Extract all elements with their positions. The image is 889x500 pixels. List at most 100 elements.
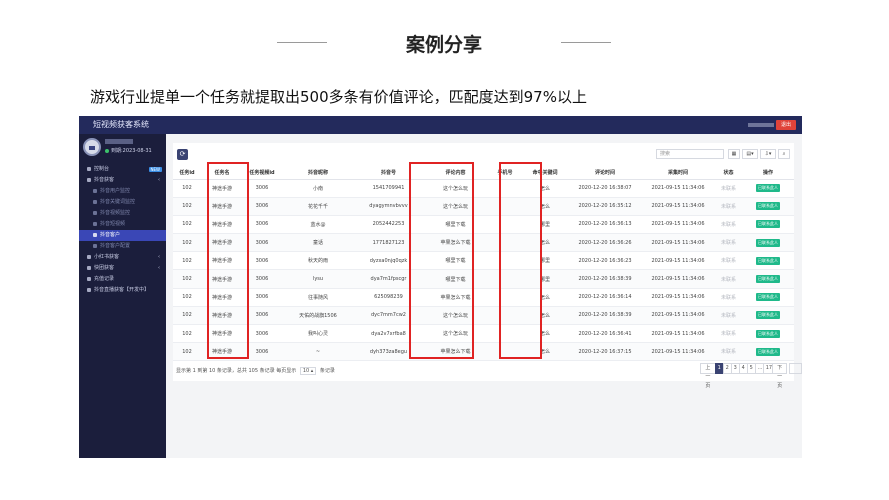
sidebar-item-11[interactable]: 抖音直播获客【开发中】 <box>79 285 166 296</box>
table-cell: 2021-09-15 11:34:06 <box>641 251 715 271</box>
table-cell <box>489 179 521 198</box>
sidebar-item-1[interactable]: 抖音获客 ‹ <box>79 175 166 186</box>
table-row: 102 神途手游 3006 往事随风 625098239 苹果怎么下载 怎么 2020-12-… <box>173 288 794 307</box>
export-icon[interactable]: ⇩▾ <box>760 149 776 159</box>
table-cell: 2021-09-15 11:34:06 <box>641 342 715 362</box>
topbar: 退出 <box>166 116 802 134</box>
nav-item-icon <box>87 265 91 270</box>
table-cell: 苹果怎么下载 <box>422 288 489 307</box>
sidebar-item-5[interactable]: 抖音短视频 <box>79 219 166 230</box>
pagination: 上一页12345...17下一页跳转 <box>700 363 802 389</box>
page-jump-input[interactable] <box>789 363 802 374</box>
mark-contacted-button[interactable]: 已联系此人 <box>756 293 780 302</box>
slide: 案例分享 游戏行业提单一个任务就提取出500多条有价值评论，匹配度达到97%以上… <box>0 0 889 500</box>
page-size-select[interactable]: 10 ▴ <box>299 367 317 375</box>
nav-item-icon <box>93 188 97 193</box>
table-cell: 这个怎么玩 <box>422 197 489 216</box>
mark-contacted-button[interactable]: 已联系此人 <box>756 220 780 229</box>
table-cell: 已联系此人 <box>742 179 794 198</box>
prev-page-button[interactable]: 上一页 <box>700 363 716 389</box>
column-header[interactable]: 操作 <box>742 166 794 180</box>
table-cell: 2020-12-20 16:36:13 <box>569 215 641 235</box>
refresh-icon[interactable]: ⟳ <box>177 149 188 160</box>
column-header[interactable]: 手机号 <box>489 166 521 180</box>
mark-contacted-button[interactable]: 已联系此人 <box>756 202 780 211</box>
column-header[interactable]: 评论时间 <box>569 166 641 180</box>
table-cell: 2021-09-15 11:34:06 <box>641 306 715 326</box>
mark-contacted-button[interactable]: 已联系此人 <box>756 311 780 320</box>
nav-item-icon <box>93 221 97 226</box>
table-cell: 3006 <box>243 288 281 307</box>
mark-contacted-button[interactable]: 已联系此人 <box>756 256 780 265</box>
table-cell: 天佑的战旗1506 <box>281 306 355 326</box>
table-cell: dyc7mm7cw2 <box>355 306 422 326</box>
sidebar-item-10[interactable]: 充值记录 <box>79 274 166 285</box>
user-panel: 到期:2023-08-31 <box>79 134 166 164</box>
table-cell: 这个怎么玩 <box>422 324 489 344</box>
next-page-button[interactable]: 下一页 <box>771 363 788 389</box>
sidebar-item-4[interactable]: 抖音视频监控 <box>79 208 166 219</box>
table-cell: 未联系 <box>715 179 742 198</box>
table-cell: 苹果怎么下载 <box>422 233 489 253</box>
table-cell: 怎么 <box>521 324 569 344</box>
mark-contacted-button[interactable]: 已联系此人 <box>756 275 780 284</box>
table-cell <box>489 324 521 344</box>
table-cell: 2021-09-15 11:34:06 <box>641 197 715 216</box>
search-icon[interactable]: ⌕ <box>778 149 790 159</box>
table-cell: 2020-12-20 16:37:15 <box>569 342 641 362</box>
column-header[interactable]: 评论内容 <box>422 166 489 180</box>
column-header[interactable]: 采集时间 <box>641 166 715 180</box>
table-cell: 已联系此人 <box>742 233 794 253</box>
avatar[interactable] <box>83 138 101 156</box>
column-header[interactable]: 命中关键词 <box>521 166 569 180</box>
column-header[interactable]: 任务名 <box>201 166 243 180</box>
table-cell: 未联系 <box>715 197 742 216</box>
table-row: 102 神途手游 3006 童话 1771827123 苹果怎么下载 怎么 2020-12-2… <box>173 233 794 253</box>
sidebar-item-2[interactable]: 抖音用户监控 <box>79 186 166 197</box>
exit-button[interactable]: 退出 <box>776 120 796 130</box>
mark-contacted-button[interactable]: 已联系此人 <box>756 329 780 338</box>
grid-view-icon[interactable]: ▦ <box>728 149 740 159</box>
title-rule-left <box>277 42 327 43</box>
search-input[interactable]: 搜索 <box>656 149 724 159</box>
column-header[interactable]: 抖音昵称 <box>281 166 355 180</box>
nav-item-icon <box>87 166 91 171</box>
table-cell: 625098239 <box>355 288 422 307</box>
nav-item-icon <box>87 254 91 259</box>
chevron-left-icon: ‹ <box>158 265 160 271</box>
column-header[interactable]: 抖音号 <box>355 166 422 180</box>
sidebar-item-6[interactable]: 抖音客户 <box>79 230 166 241</box>
sidebar-item-0[interactable]: 控制台 NEW <box>79 164 166 175</box>
table-cell: 已联系此人 <box>742 342 794 362</box>
table-cell: 神途手游 <box>201 306 243 326</box>
table-cell: 3006 <box>243 251 281 271</box>
mark-contacted-button[interactable]: 已联系此人 <box>756 184 780 193</box>
mark-contacted-button[interactable]: 已联系此人 <box>756 238 780 247</box>
column-header[interactable]: 任务视频id <box>243 166 281 180</box>
user-expiry: 到期:2023-08-31 <box>105 147 152 154</box>
column-header[interactable]: 任务id <box>173 166 201 180</box>
table-cell: 神途手游 <box>201 197 243 216</box>
table-cell: ~ <box>281 342 355 362</box>
sidebar-item-8[interactable]: 小红书获客 ‹ <box>79 252 166 263</box>
slide-title: 案例分享 <box>405 34 482 56</box>
mark-contacted-button[interactable]: 已联系此人 <box>756 347 780 356</box>
table-cell: 已联系此人 <box>742 288 794 307</box>
table-cell: 2052442253 <box>355 215 422 235</box>
column-header[interactable]: 状态 <box>715 166 742 180</box>
table-cell: 小南 <box>281 179 355 198</box>
table-cell: 秋天的雨 <box>281 251 355 271</box>
sidebar-item-3[interactable]: 抖音关键词监控 <box>79 197 166 208</box>
table-cell: 2021-09-15 11:34:06 <box>641 324 715 344</box>
nav-item-icon <box>87 276 91 281</box>
sidebar-item-9[interactable]: 快团获客 ‹ <box>79 263 166 274</box>
sidebar-item-7[interactable]: 抖音客户配置 <box>79 241 166 252</box>
table-cell: 怎么 <box>521 179 569 198</box>
table-cell: 未联系 <box>715 288 742 307</box>
column-list-icon[interactable]: ▤▾ <box>742 149 758 159</box>
table-cell: 2021-09-15 11:34:06 <box>641 179 715 198</box>
table-cell: 已联系此人 <box>742 324 794 344</box>
nav-item-icon <box>93 199 97 204</box>
table-cell <box>489 288 521 307</box>
table-cell: 神途手游 <box>201 324 243 344</box>
